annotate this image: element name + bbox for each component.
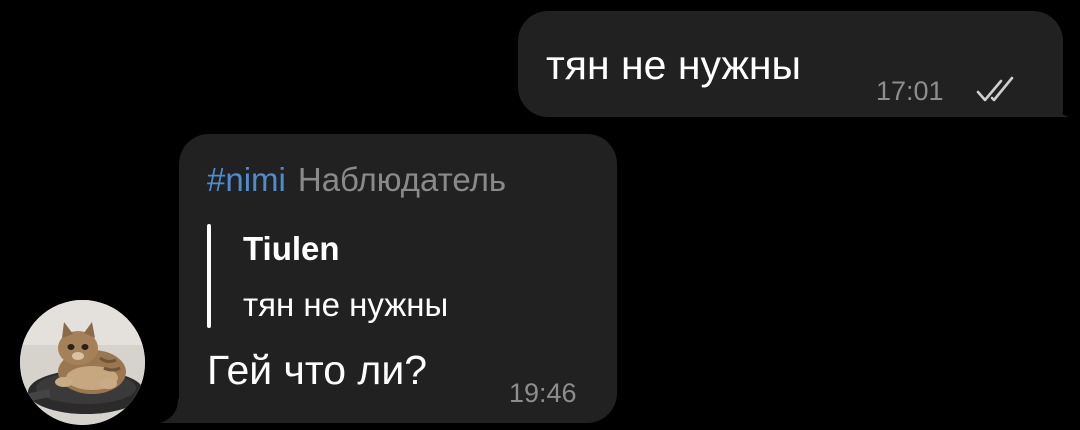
sender-name[interactable]: #nimi <box>207 161 286 198</box>
sender-title: Наблюдатель <box>297 161 507 198</box>
outgoing-message-bubble[interactable]: тян не нужны 17:01 <box>518 11 1063 117</box>
cat-avatar-icon <box>20 300 145 425</box>
reply-quote[interactable]: Tiulen тян не нужны <box>207 224 587 328</box>
reply-quote-author: Tiulen <box>243 230 340 267</box>
outgoing-message-time: 17:01 <box>876 76 944 106</box>
sender-avatar[interactable] <box>20 300 145 425</box>
reply-quote-text: тян не нужны <box>243 286 449 323</box>
double-check-read-icon <box>976 76 1014 102</box>
incoming-message-text: Гей что ли? <box>207 347 428 393</box>
incoming-message-bubble[interactable]: #nimi Наблюдатель Tiulen тян не нужны Гей… <box>179 134 617 423</box>
sender-header: #nimi Наблюдатель <box>207 163 506 196</box>
outgoing-message-text: тян не нужны <box>546 42 801 88</box>
reply-quote-bar <box>207 224 211 328</box>
incoming-message-time: 19:46 <box>509 378 577 408</box>
